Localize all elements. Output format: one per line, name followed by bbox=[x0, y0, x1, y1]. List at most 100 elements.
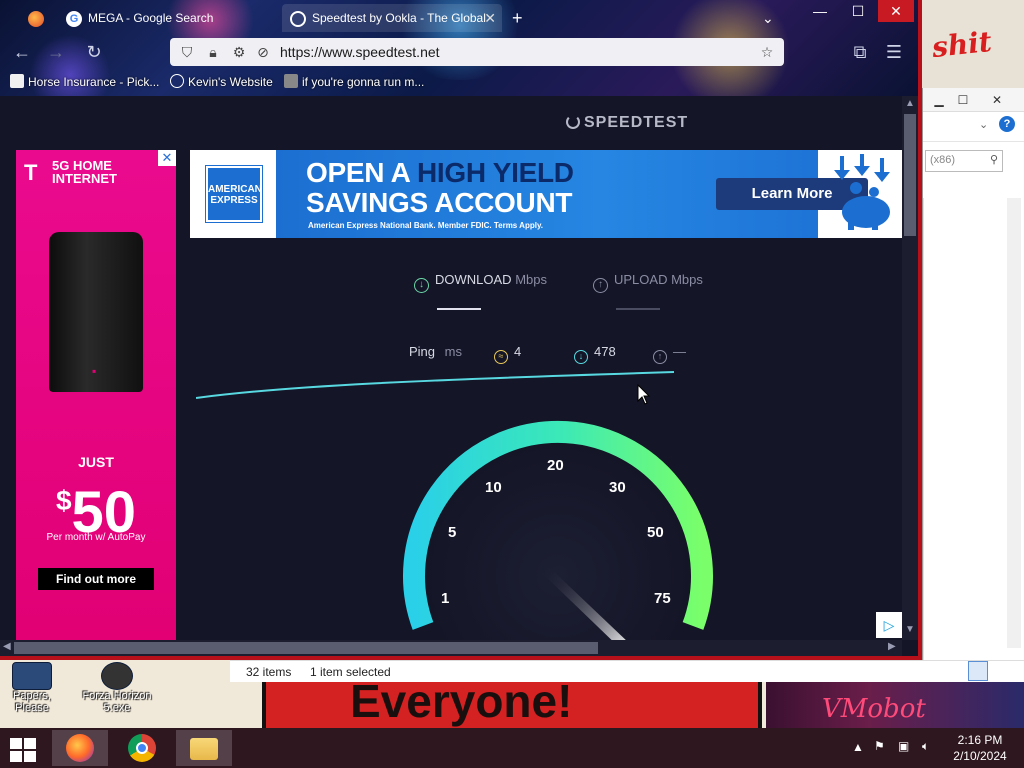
help-icon[interactable]: ? bbox=[999, 116, 1015, 132]
shield-icon[interactable]: ⛉ bbox=[178, 43, 196, 61]
reload-icon[interactable]: ↻ bbox=[82, 40, 106, 64]
ad-close-icon[interactable]: ✕ bbox=[158, 150, 176, 166]
amex-logo-text: AMERICAN bbox=[208, 184, 262, 195]
horizontal-scrollbar[interactable]: ◀ ▶ bbox=[0, 640, 902, 656]
explorer-titlebar[interactable]: ▁ ☐ ✕ bbox=[923, 88, 1024, 112]
tmobile-ad[interactable]: T 5G HOME INTERNET ▪ JUST $50 Per month … bbox=[16, 150, 176, 642]
close-button[interactable]: ✕ bbox=[878, 0, 914, 22]
system-clock[interactable]: 2:16 PM 2/10/2024 bbox=[948, 732, 1012, 764]
wallpaper-text: Everyone! bbox=[350, 675, 573, 727]
close-icon[interactable]: ✕ bbox=[484, 4, 496, 32]
menu-icon[interactable]: ☰ bbox=[882, 40, 906, 64]
tiles-view-icon[interactable] bbox=[992, 661, 1012, 681]
adchoices-icon[interactable]: ▷ bbox=[876, 612, 902, 638]
scroll-left-icon[interactable]: ◀ bbox=[3, 641, 11, 652]
taskbar-firefox[interactable] bbox=[52, 730, 108, 766]
tab-speedtest[interactable]: Speedtest by Ookla - The Global ✕ bbox=[282, 4, 502, 32]
download-arrow-icon: ↓ bbox=[414, 278, 429, 293]
tab-download[interactable]: ↓ DOWNLOAD Mbps bbox=[414, 272, 547, 293]
url-text[interactable]: https://www.speedtest.net bbox=[280, 44, 440, 60]
explorer-ribbon: ⌄ ? bbox=[923, 112, 1024, 142]
maximize-button[interactable]: ☐ bbox=[840, 0, 876, 22]
explorer-search-input[interactable]: (x86) ⚲ bbox=[925, 150, 1003, 172]
wallpaper-text: shit bbox=[930, 24, 994, 65]
desktop-icon-forza-horizon[interactable]: Forza Horizon 5.exe bbox=[76, 662, 158, 714]
permissions-icon[interactable]: ⚙ bbox=[230, 43, 248, 61]
bookmark-kevins-website[interactable]: Kevin's Website bbox=[170, 74, 273, 89]
gauge-tick-label: 75 bbox=[654, 590, 671, 607]
download-unit: Mbps bbox=[515, 272, 547, 287]
amex-logo: AMERICAN EXPRESS bbox=[206, 166, 262, 222]
volume-icon[interactable]: 🔈︎ bbox=[922, 739, 929, 754]
tab-google-search[interactable]: G MEGA - Google Search bbox=[62, 4, 280, 32]
lock-icon[interactable]: 🔒︎ bbox=[204, 43, 222, 61]
forward-icon[interactable]: → bbox=[44, 40, 68, 64]
extensions-icon[interactable]: ⧉ bbox=[848, 40, 872, 64]
minimize-button[interactable]: — bbox=[802, 0, 838, 22]
scroll-right-icon[interactable]: ▶ bbox=[888, 641, 896, 652]
find-out-more-button[interactable]: Find out more bbox=[38, 568, 154, 590]
gauge-tick-label: 5 bbox=[448, 524, 457, 541]
piggy-bank-icon bbox=[834, 154, 890, 230]
star-icon[interactable]: ☆ bbox=[758, 43, 776, 61]
show-hidden-icons-icon[interactable]: ▲ bbox=[852, 740, 864, 754]
taskbar-chrome[interactable] bbox=[114, 730, 170, 766]
tmobile-subtext: Per month w/ AutoPay bbox=[46, 532, 146, 543]
game-icon bbox=[12, 662, 52, 690]
tracking-icon[interactable]: ⊘ bbox=[254, 43, 272, 61]
plus-icon: + bbox=[512, 8, 523, 28]
chrome-icon-center bbox=[136, 742, 148, 754]
scroll-down-icon[interactable]: ▼ bbox=[902, 624, 918, 635]
file-explorer-window[interactable]: ▁ ☐ ✕ ⌄ ? (x86) ⚲ bbox=[922, 88, 1024, 698]
windows-logo-icon bbox=[24, 751, 36, 762]
gauge-tick-label: 10 bbox=[485, 479, 502, 496]
firefox-view-button[interactable] bbox=[28, 4, 48, 32]
clock-time: 2:16 PM bbox=[957, 733, 1003, 747]
upload-unit: Mbps bbox=[671, 272, 703, 287]
scroll-up-icon[interactable]: ▲ bbox=[902, 98, 918, 109]
firefox-icon bbox=[66, 734, 94, 762]
chevron-down-icon[interactable]: ⌄ bbox=[979, 118, 988, 131]
explorer-status-bar: 32 items 1 item selected bbox=[230, 660, 1024, 682]
network-icon[interactable]: ▣ bbox=[898, 739, 909, 753]
gauge-tick-label: 1 bbox=[441, 590, 450, 607]
taskbar-file-explorer[interactable] bbox=[176, 730, 232, 766]
bookmark-label: Horse Insurance - Pick... bbox=[28, 75, 160, 89]
ping-unit: ms bbox=[444, 344, 462, 359]
headline-part: OPEN A bbox=[306, 157, 417, 188]
flag-icon[interactable]: ⚑ bbox=[874, 739, 885, 753]
amex-ad[interactable]: AMERICAN EXPRESS OPEN A HIGH YIELD SAVING… bbox=[190, 150, 902, 238]
upload-ping: ↑ — bbox=[653, 344, 686, 364]
firefox-window[interactable]: G MEGA - Google Search Speedtest by Ookla… bbox=[0, 0, 922, 660]
tmobile-logo-icon: ▪ bbox=[92, 364, 97, 378]
tab-title: MEGA - Google Search bbox=[88, 11, 214, 25]
tab-upload[interactable]: ↑ UPLOAD Mbps bbox=[593, 272, 703, 293]
speedtest-logo[interactable]: SPEEDTEST bbox=[566, 114, 688, 132]
explorer-scrollbar[interactable] bbox=[1007, 198, 1021, 648]
download-ping-value: 478 bbox=[594, 344, 616, 359]
bookmark-run[interactable]: if you're gonna run m... bbox=[284, 74, 424, 89]
windows-logo-icon bbox=[10, 751, 22, 762]
maximize-icon[interactable]: ☐ bbox=[953, 92, 973, 108]
desktop-icon-papers-please[interactable]: Papers, Please bbox=[2, 662, 62, 714]
page-icon bbox=[10, 74, 24, 88]
amex-fine-print: American Express National Bank. Member F… bbox=[308, 221, 544, 230]
address-bar[interactable]: ⛉ 🔒︎ ⚙ ⊘ https://www.speedtest.net ☆ bbox=[170, 38, 784, 66]
idle-ping-value: 4 bbox=[514, 344, 522, 359]
list-all-tabs-button[interactable]: ⌄ bbox=[762, 4, 782, 32]
windows-logo-icon bbox=[10, 738, 22, 749]
minimize-icon[interactable]: ▁ bbox=[929, 92, 949, 108]
bookmark-horse-insurance[interactable]: Horse Insurance - Pick... bbox=[10, 74, 159, 89]
speedtest-logo-icon bbox=[566, 115, 580, 129]
details-view-icon[interactable] bbox=[968, 661, 988, 681]
game-icon bbox=[101, 662, 133, 690]
close-icon[interactable]: ✕ bbox=[987, 92, 1007, 108]
scroll-thumb[interactable] bbox=[14, 642, 598, 654]
new-tab-button[interactable]: + bbox=[512, 4, 536, 32]
back-icon[interactable]: ← bbox=[10, 40, 34, 64]
vertical-scrollbar[interactable]: ▲ ▼ bbox=[902, 96, 918, 640]
scroll-thumb[interactable] bbox=[904, 114, 916, 236]
amex-headline: OPEN A HIGH YIELD SAVINGS ACCOUNT bbox=[306, 158, 574, 218]
start-button[interactable] bbox=[8, 736, 38, 762]
speedtest-page: SPEEDTEST T 5G HOME INTERNET ▪ JUST $50 … bbox=[0, 96, 918, 656]
